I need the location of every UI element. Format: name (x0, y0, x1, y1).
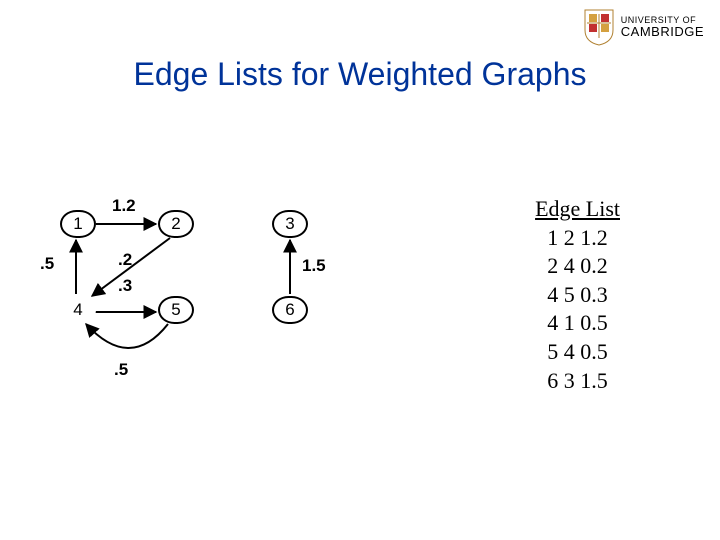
edge-list-header: Edge List (535, 195, 620, 224)
graph-node-2: 2 (158, 210, 194, 238)
graph-diagram: 1 2 3 4 5 6 1.2 .2 .3 .5 .5 1.5 (40, 200, 370, 420)
edge-list-row: 2 4 0.2 (535, 252, 620, 281)
edge-list-row: 1 2 1.2 (535, 224, 620, 253)
graph-node-4: 4 (60, 296, 96, 324)
edge-list-row: 4 5 0.3 (535, 281, 620, 310)
university-logo: UNIVERSITY OF CAMBRIDGE (583, 8, 704, 46)
graph-node-5: 5 (158, 296, 194, 324)
logo-line2: CAMBRIDGE (621, 25, 704, 38)
page-title: Edge Lists for Weighted Graphs (0, 56, 720, 93)
shield-icon (583, 8, 615, 46)
edge-list-row: 5 4 0.5 (535, 338, 620, 367)
weight-5-4: .5 (114, 360, 128, 380)
weight-4-5: .3 (118, 276, 132, 296)
weight-1-2: 1.2 (112, 196, 136, 216)
logo-text: UNIVERSITY OF CAMBRIDGE (621, 16, 704, 38)
edge-list-row: 4 1 0.5 (535, 309, 620, 338)
weight-6-3: 1.5 (302, 256, 326, 276)
edge-list: Edge List 1 2 1.2 2 4 0.2 4 5 0.3 4 1 0.… (535, 195, 620, 395)
graph-node-1: 1 (60, 210, 96, 238)
weight-4-1: .5 (40, 254, 54, 274)
weight-2-4: .2 (118, 250, 132, 270)
edge-list-row: 6 3 1.5 (535, 367, 620, 396)
graph-node-6: 6 (272, 296, 308, 324)
graph-node-3: 3 (272, 210, 308, 238)
